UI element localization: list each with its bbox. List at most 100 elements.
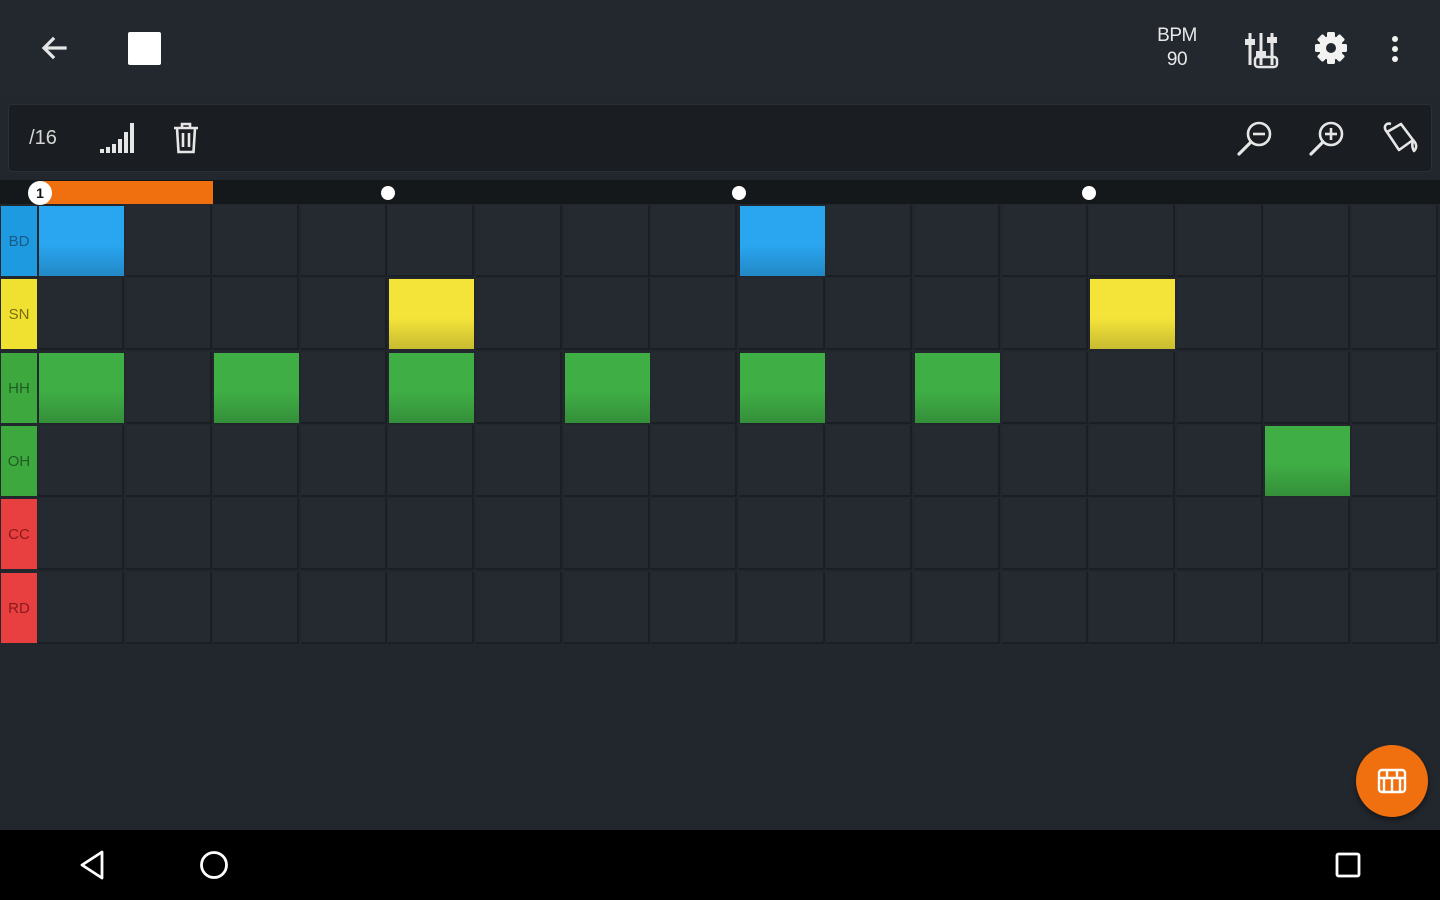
- step-pad[interactable]: [301, 205, 387, 277]
- nav-home-button[interactable]: [184, 840, 244, 890]
- step-pad[interactable]: [1177, 572, 1263, 644]
- step-pad[interactable]: [651, 425, 737, 497]
- step-pad-active[interactable]: [565, 353, 650, 423]
- track-label-sn[interactable]: SN: [1, 279, 37, 349]
- step-pad[interactable]: [476, 352, 562, 424]
- nav-back-button[interactable]: [62, 840, 122, 890]
- step-pad[interactable]: [1089, 352, 1175, 424]
- step-pad[interactable]: [826, 278, 912, 350]
- step-pad[interactable]: [388, 205, 474, 277]
- settings-button[interactable]: [1306, 22, 1356, 74]
- step-pad[interactable]: [1177, 352, 1263, 424]
- step-pad[interactable]: [914, 205, 1000, 277]
- step-pad[interactable]: [1002, 278, 1088, 350]
- step-pad[interactable]: [476, 498, 562, 570]
- step-pad[interactable]: [1264, 498, 1350, 570]
- track-label-oh[interactable]: OH: [1, 426, 37, 496]
- step-pad-active[interactable]: [915, 353, 1000, 423]
- playhead-marker[interactable]: 1: [28, 181, 52, 205]
- step-pad[interactable]: [1089, 205, 1175, 277]
- step-pad[interactable]: [1002, 352, 1088, 424]
- step-pad[interactable]: [826, 572, 912, 644]
- step-pad[interactable]: [38, 498, 124, 570]
- step-pad-active[interactable]: [39, 353, 124, 423]
- step-pad[interactable]: [476, 278, 562, 350]
- step-pad[interactable]: [826, 352, 912, 424]
- step-pad[interactable]: [126, 278, 212, 350]
- step-pad-active[interactable]: [740, 206, 825, 276]
- step-pad[interactable]: [564, 205, 650, 277]
- paint-button[interactable]: [1374, 114, 1426, 162]
- clear-button[interactable]: [166, 114, 206, 162]
- step-pad[interactable]: [1002, 498, 1088, 570]
- step-pad[interactable]: [213, 498, 299, 570]
- step-pad[interactable]: [388, 572, 474, 644]
- steps-button[interactable]: /16: [20, 114, 66, 162]
- step-pad-active[interactable]: [39, 206, 124, 276]
- step-pad[interactable]: [1002, 572, 1088, 644]
- nav-recents-button[interactable]: [1318, 840, 1378, 890]
- step-pad[interactable]: [1352, 425, 1438, 497]
- step-pad[interactable]: [826, 498, 912, 570]
- step-pad[interactable]: [38, 572, 124, 644]
- timeline-ruler[interactable]: 1: [0, 180, 1440, 205]
- step-pad[interactable]: [651, 498, 737, 570]
- step-pad[interactable]: [301, 352, 387, 424]
- step-pad[interactable]: [476, 205, 562, 277]
- step-pad[interactable]: [213, 572, 299, 644]
- step-pad[interactable]: [1177, 205, 1263, 277]
- step-pad[interactable]: [1264, 278, 1350, 350]
- step-pad[interactable]: [564, 498, 650, 570]
- step-pad[interactable]: [301, 425, 387, 497]
- step-pad[interactable]: [1002, 425, 1088, 497]
- track-label-rd[interactable]: RD: [1, 573, 37, 643]
- step-pad[interactable]: [1177, 425, 1263, 497]
- step-pad[interactable]: [213, 205, 299, 277]
- step-pad-active[interactable]: [1090, 279, 1175, 349]
- step-pad[interactable]: [1352, 352, 1438, 424]
- step-pad[interactable]: [1002, 205, 1088, 277]
- step-pad[interactable]: [914, 572, 1000, 644]
- step-pad[interactable]: [739, 498, 825, 570]
- zoom-out-button[interactable]: [1230, 114, 1280, 162]
- step-pad[interactable]: [651, 278, 737, 350]
- step-pad[interactable]: [126, 205, 212, 277]
- step-pad[interactable]: [651, 205, 737, 277]
- step-pad-active[interactable]: [1265, 426, 1350, 496]
- step-pad[interactable]: [826, 205, 912, 277]
- zoom-in-button[interactable]: [1302, 114, 1352, 162]
- mixer-button[interactable]: [1236, 24, 1286, 74]
- more-options-button[interactable]: [1378, 24, 1412, 74]
- step-pad[interactable]: [651, 572, 737, 644]
- step-pad[interactable]: [564, 425, 650, 497]
- stop-button[interactable]: [116, 20, 172, 76]
- step-pad-active[interactable]: [214, 353, 299, 423]
- step-pad[interactable]: [126, 352, 212, 424]
- step-pad[interactable]: [213, 425, 299, 497]
- step-pad[interactable]: [1264, 572, 1350, 644]
- step-pad[interactable]: [1352, 498, 1438, 570]
- step-pad[interactable]: [1089, 498, 1175, 570]
- step-pad[interactable]: [388, 425, 474, 497]
- step-pad[interactable]: [564, 572, 650, 644]
- step-pad[interactable]: [1352, 205, 1438, 277]
- step-pad[interactable]: [739, 425, 825, 497]
- step-pad[interactable]: [914, 498, 1000, 570]
- velocity-button[interactable]: [92, 114, 144, 162]
- step-pad[interactable]: [651, 352, 737, 424]
- track-label-cc[interactable]: CC: [1, 499, 37, 569]
- step-pad[interactable]: [1264, 352, 1350, 424]
- step-pad[interactable]: [213, 278, 299, 350]
- step-pad[interactable]: [1264, 205, 1350, 277]
- step-pad[interactable]: [1352, 572, 1438, 644]
- step-pad[interactable]: [1352, 278, 1438, 350]
- step-pad[interactable]: [1089, 572, 1175, 644]
- step-pad[interactable]: [301, 498, 387, 570]
- step-pad[interactable]: [826, 425, 912, 497]
- step-pad-active[interactable]: [389, 353, 474, 423]
- step-pad[interactable]: [126, 498, 212, 570]
- step-pad[interactable]: [476, 572, 562, 644]
- step-pad[interactable]: [38, 425, 124, 497]
- track-label-hh[interactable]: HH: [1, 353, 37, 423]
- step-pad[interactable]: [301, 572, 387, 644]
